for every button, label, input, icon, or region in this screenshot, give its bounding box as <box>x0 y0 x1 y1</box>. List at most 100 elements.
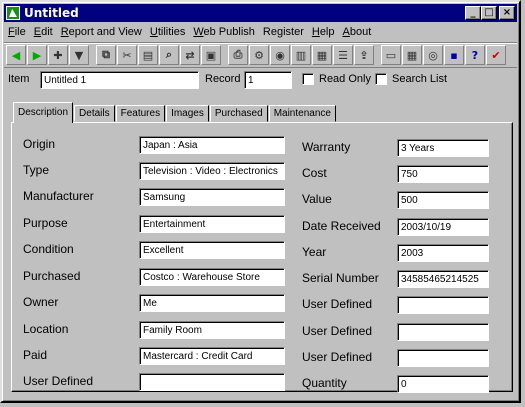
photo-button[interactable]: ▣ <box>201 45 221 65</box>
right-field-input[interactable]: 500 <box>397 191 489 209</box>
item-label: Item <box>8 73 30 85</box>
close-button[interactable]: × <box>499 6 515 20</box>
right-field-input[interactable]: 0 <box>397 375 489 393</box>
search-list-checkbox[interactable]: Search List <box>375 73 447 85</box>
preview-button[interactable]: ◉ <box>270 45 290 65</box>
add-record-button[interactable]: ✚ <box>48 45 68 65</box>
left-field-label: Paid <box>23 348 48 362</box>
photo-icon: ▣ <box>205 48 217 62</box>
calculator-button[interactable]: ▭ <box>381 45 401 65</box>
cut-icon: ✂ <box>122 48 132 62</box>
right-field-label: Date Received <box>302 219 381 233</box>
app-icon <box>6 6 20 20</box>
description-panel: Origin Japan : Asia Type Television : Video… <box>11 122 513 393</box>
export-button[interactable]: ⇪ <box>354 45 374 65</box>
first-record-button[interactable]: ◀ <box>6 45 26 65</box>
right-field-input[interactable]: 750 <box>397 165 489 183</box>
left-field-label: Location <box>23 322 69 336</box>
tab-maintenance[interactable]: Maintenance <box>268 105 336 122</box>
item-field[interactable]: Untitled 1 <box>40 71 199 89</box>
settings-icon: ◎ <box>428 48 438 62</box>
replace-icon: ⇄ <box>185 48 195 62</box>
left-field-input[interactable]: Television : Video : Electronics <box>139 162 285 180</box>
app-window: Untitled _ □ × File Edit Report and View Ut… <box>0 0 521 403</box>
export-icon: ⇪ <box>359 48 369 62</box>
save-button[interactable]: ▪ <box>444 45 464 65</box>
right-field-input[interactable]: 3 Years <box>397 139 489 157</box>
report-button[interactable]: ☰ <box>333 45 353 65</box>
record-field[interactable]: 1 <box>244 71 292 89</box>
left-field-label: User Defined <box>23 374 94 388</box>
cut-button[interactable]: ✂ <box>117 45 137 65</box>
right-field-input[interactable]: 2003/10/19 <box>397 218 489 236</box>
menu-report-and-view[interactable]: Report and View <box>57 26 146 38</box>
left-field-input[interactable]: Entertainment <box>139 215 285 233</box>
left-field-input[interactable] <box>139 373 285 391</box>
left-field-input[interactable]: Samsung <box>139 188 285 206</box>
title-bar[interactable]: Untitled _ □ × <box>4 4 517 22</box>
read-only-label: Read Only <box>319 73 371 85</box>
replace-button[interactable]: ⇄ <box>180 45 200 65</box>
settings-button[interactable]: ◎ <box>423 45 443 65</box>
left-field-input[interactable]: Costco : Warehouse Store <box>139 268 285 286</box>
read-only-checkbox[interactable]: Read Only <box>302 73 371 85</box>
menu-register[interactable]: Register <box>259 26 308 38</box>
print-setup-button[interactable]: ⚙ <box>249 45 269 65</box>
search-list-label: Search List <box>392 73 448 85</box>
copy-button[interactable]: ⧉ <box>96 45 116 65</box>
print-button[interactable]: ⎙ <box>228 45 248 65</box>
right-field-input[interactable]: 2003 <box>397 244 489 262</box>
left-field-label: Condition <box>23 242 74 256</box>
right-field-input[interactable] <box>397 323 489 341</box>
left-field-input[interactable]: Me <box>139 294 285 312</box>
copy-icon: ⧉ <box>102 48 110 61</box>
right-field-input[interactable] <box>397 349 489 367</box>
menu-web-publish[interactable]: Web Publish <box>189 26 259 38</box>
delete-record-button[interactable]: ▼ <box>69 45 89 65</box>
left-field-label: Owner <box>23 295 59 309</box>
right-field-input[interactable]: 34585465214525 <box>397 270 489 288</box>
tab-details[interactable]: Details <box>74 105 115 122</box>
record-label: Record <box>205 73 241 85</box>
tab-description[interactable]: Description <box>13 102 74 123</box>
tab-strip: Description Details Features Images Purchase… <box>13 102 337 123</box>
window-title: Untitled <box>24 6 79 20</box>
right-field-label: User Defined <box>302 297 373 311</box>
read-only-box[interactable] <box>302 73 314 85</box>
menu-about[interactable]: About <box>339 26 376 38</box>
find-button[interactable]: ⌕ <box>159 45 179 65</box>
menu-utilities[interactable]: Utilities <box>146 26 189 38</box>
tab-images[interactable]: Images <box>166 105 209 122</box>
left-field-label: Purpose <box>23 216 68 230</box>
right-field-input[interactable] <box>397 296 489 314</box>
help-icon: ? <box>471 48 479 62</box>
prev-record-button[interactable]: ▶ <box>27 45 47 65</box>
menu-help[interactable]: Help <box>308 26 339 38</box>
right-field-label: Value <box>302 192 332 206</box>
right-field-label: Year <box>302 245 327 259</box>
check-button[interactable]: ✔ <box>486 45 506 65</box>
chart-button[interactable]: ▥ <box>291 45 311 65</box>
left-field-input[interactable]: Excellent <box>139 241 285 259</box>
right-field-label: Warranty <box>302 140 351 154</box>
search-list-box[interactable] <box>375 73 387 85</box>
left-field-input[interactable]: Family Room <box>139 321 285 339</box>
left-field-input[interactable]: Mastercard : Credit Card <box>139 347 285 365</box>
help-button[interactable]: ? <box>465 45 485 65</box>
right-field-label: User Defined <box>302 324 373 338</box>
toolbar: ◀ ▶ ✚ ▼ ⧉ ✂ ▤ ⌕ ⇄ ▣ ⎙ ⚙ ◉ ▥ ▦ ☰ ⇪ ▭ ▦ ◎ ▪? ✔ <box>4 42 517 68</box>
menu-edit[interactable]: Edit <box>30 26 57 38</box>
tab-purchased[interactable]: Purchased <box>209 105 268 122</box>
menu-bar: File Edit Report and View Utilities Web Publ… <box>4 23 517 41</box>
tab-features[interactable]: Features <box>115 105 166 122</box>
menu-file[interactable]: File <box>4 26 30 38</box>
left-field-input[interactable]: Japan : Asia <box>139 136 285 154</box>
table-icon: ▦ <box>316 48 328 62</box>
calendar-button[interactable]: ▦ <box>402 45 422 65</box>
paste-button[interactable]: ▤ <box>138 45 158 65</box>
minimize-button[interactable]: _ <box>465 6 481 20</box>
table-button[interactable]: ▦ <box>312 45 332 65</box>
first-record-icon: ◀ <box>11 48 21 62</box>
maximize-button[interactable]: □ <box>481 6 497 20</box>
calculator-icon: ▭ <box>385 48 397 62</box>
